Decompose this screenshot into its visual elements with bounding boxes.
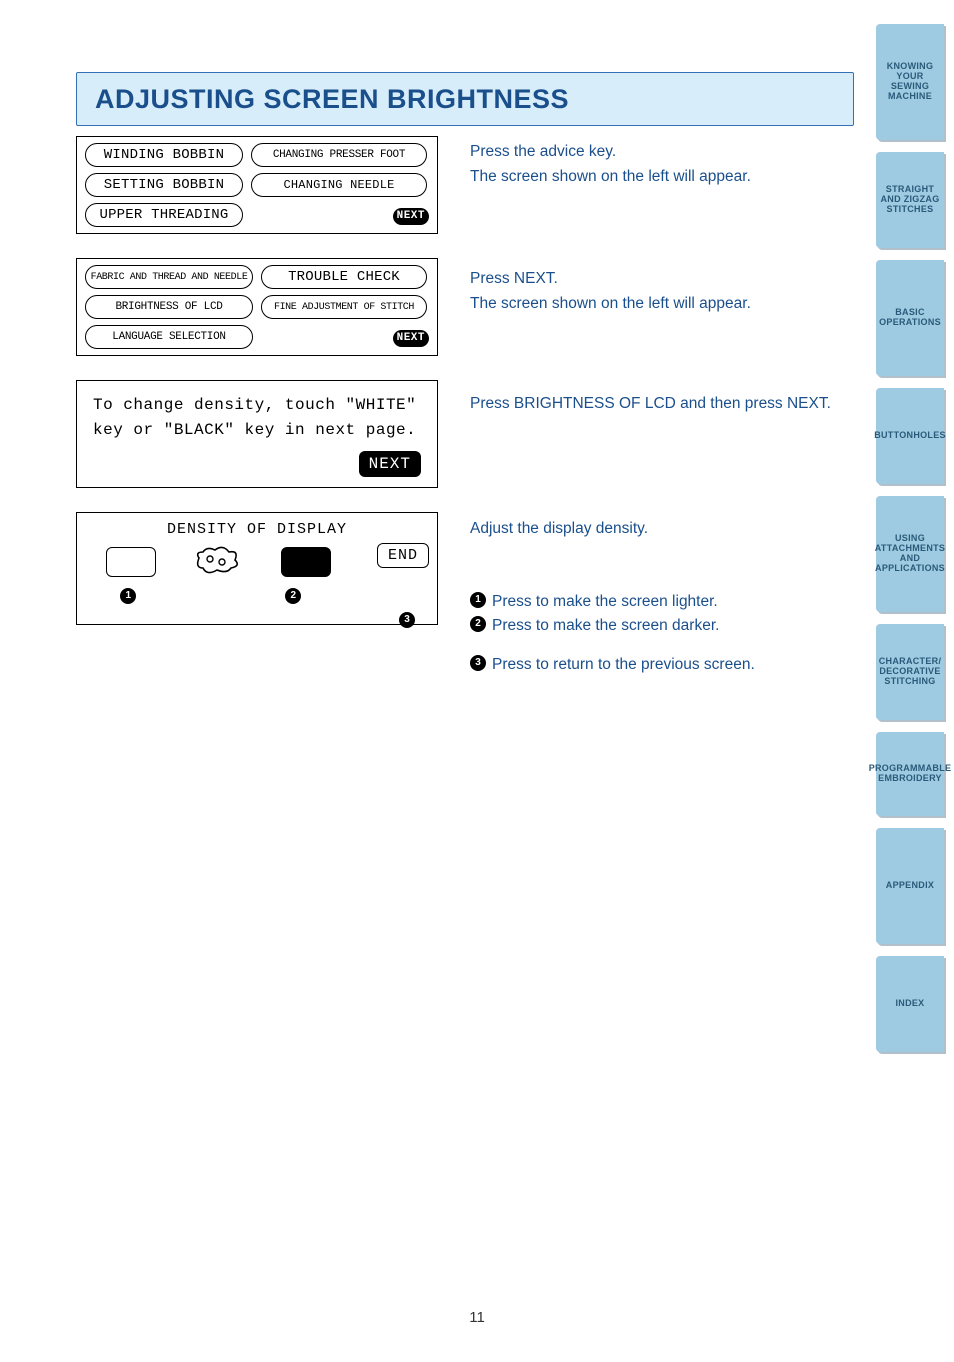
tab-attachments[interactable]: USING ATTACHMENTS AND APPLICATIONS — [876, 496, 944, 612]
brightness-of-lcd-button[interactable]: BRIGHTNESS OF LCD — [85, 295, 253, 319]
right-column: Press the advice key. The screen shown o… — [470, 136, 856, 678]
callout-3: 3 — [399, 612, 415, 628]
left-column: WINDING BOBBIN CHANGING PRESSER FOOT SET… — [76, 136, 438, 678]
legend-bullet-3: 3 — [470, 655, 486, 671]
step-1b: The screen shown on the left will appear… — [470, 167, 856, 186]
tab-embroidery[interactable]: PROGRAMMABLE EMBROIDERY — [876, 732, 944, 816]
thumb-tabs: KNOWING YOUR SEWING MACHINE STRAIGHT AND… — [876, 24, 954, 1064]
tab-knowing-machine[interactable]: KNOWING YOUR SEWING MACHINE — [876, 24, 944, 140]
changing-needle-button[interactable]: CHANGING NEEDLE — [251, 173, 427, 197]
tab-decorative[interactable]: CHARACTER/ DECORATIVE STITCHING — [876, 624, 944, 720]
callout-1: 1 — [120, 588, 136, 604]
density-title: DENSITY OF DISPLAY — [87, 521, 427, 538]
winding-bobbin-button[interactable]: WINDING BOBBIN — [85, 143, 243, 167]
step-1a: Press the advice key. — [470, 142, 856, 161]
language-selection-button[interactable]: LANGUAGE SELECTION — [85, 325, 253, 349]
instruction-text-line2: key or "BLACK" key in next page. — [93, 418, 421, 443]
lcd-panel-2: FABRIC AND THREAD AND NEEDLE TROUBLE CHE… — [76, 258, 438, 356]
step-3a: Press BRIGHTNESS OF LCD and then press N… — [470, 394, 856, 413]
setting-bobbin-button[interactable]: SETTING BOBBIN — [85, 173, 243, 197]
legend-text-1: Press to make the screen lighter. — [492, 592, 856, 611]
white-key-button[interactable] — [106, 547, 156, 577]
section-title-bar: ADJUSTING SCREEN BRIGHTNESS — [76, 72, 854, 126]
lcd-panel-1: WINDING BOBBIN CHANGING PRESSER FOOT SET… — [76, 136, 438, 234]
trouble-check-button[interactable]: TROUBLE CHECK — [261, 265, 427, 289]
tab-buttonholes[interactable]: BUTTONHOLES — [876, 388, 944, 484]
upper-threading-button[interactable]: UPPER THREADING — [85, 203, 243, 227]
black-key-button[interactable] — [281, 547, 331, 577]
lcd-panel-3: To change density, touch "WHITE" key or … — [76, 380, 438, 488]
next-button-1[interactable]: NEXT — [393, 208, 429, 225]
tab-appendix[interactable]: APPENDIX — [876, 828, 944, 944]
next-button-3[interactable]: NEXT — [359, 451, 421, 477]
end-button[interactable]: END — [377, 543, 429, 568]
fine-adjustment-button[interactable]: FINE ADJUSTMENT OF STITCH — [261, 295, 427, 319]
step-4a: Adjust the display density. — [470, 519, 856, 538]
legend-text-3: Press to return to the previous screen. — [492, 655, 856, 674]
density-blob-icon — [193, 544, 243, 576]
page-number: 11 — [469, 1309, 485, 1326]
callout-2: 2 — [285, 588, 301, 604]
instruction-text-line1: To change density, touch "WHITE" — [93, 393, 421, 418]
fabric-thread-needle-button[interactable]: FABRIC AND THREAD AND NEEDLE — [85, 265, 253, 289]
changing-presser-foot-button[interactable]: CHANGING PRESSER FOOT — [251, 143, 427, 167]
legend-bullet-1: 1 — [470, 592, 486, 608]
tab-basic-operations[interactable]: BASIC OPERATIONS — [876, 260, 944, 376]
step-2a: Press NEXT. — [470, 269, 856, 288]
next-button-2[interactable]: NEXT — [393, 330, 429, 347]
legend-text-2: Press to make the screen darker. — [492, 616, 856, 635]
legend-bullet-2: 2 — [470, 616, 486, 632]
tab-index[interactable]: INDEX — [876, 956, 944, 1052]
section-title: ADJUSTING SCREEN BRIGHTNESS — [95, 84, 569, 115]
lcd-panel-4: DENSITY OF DISPLAY — [76, 512, 438, 625]
tab-straight-zigzag[interactable]: STRAIGHT AND ZIGZAG STITCHES — [876, 152, 944, 248]
step-2b: The screen shown on the left will appear… — [470, 294, 856, 313]
